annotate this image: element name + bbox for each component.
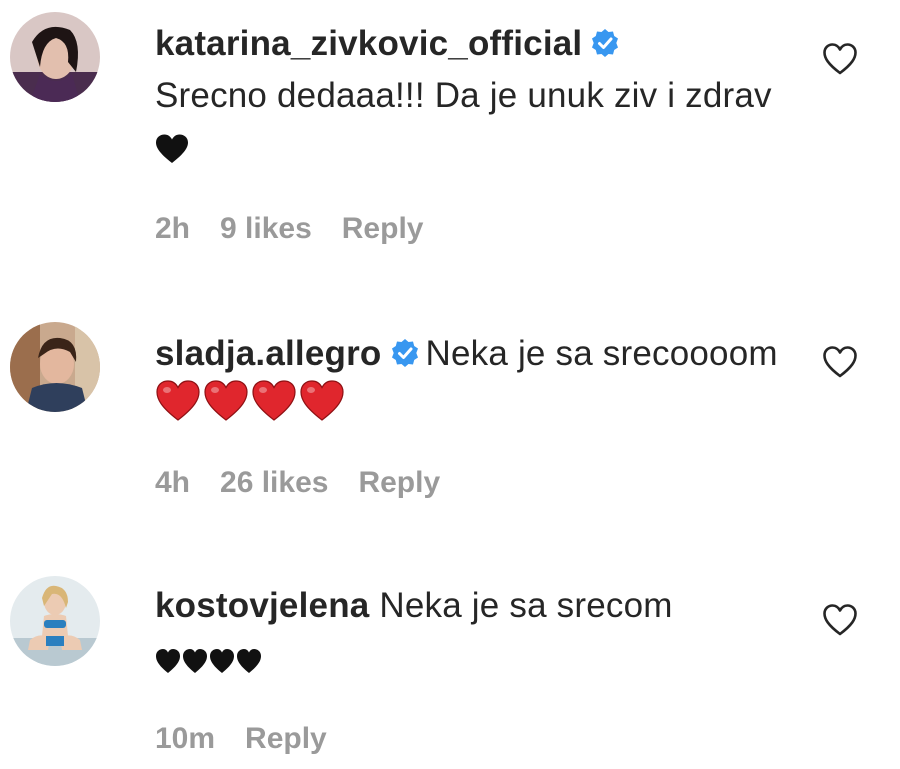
verified-badge-icon: [592, 29, 619, 57]
comment-likes[interactable]: 9 likes: [220, 212, 312, 246]
like-heart-icon[interactable]: [822, 42, 858, 76]
avatar[interactable]: [10, 12, 100, 102]
reply-button[interactable]: Reply: [342, 212, 424, 246]
comment-text: Neka je sa srecom: [379, 586, 673, 625]
comment-meta: 10m Reply: [155, 722, 357, 756]
like-heart-icon[interactable]: [822, 603, 858, 637]
comment-timestamp[interactable]: 4h: [155, 466, 190, 500]
reply-button[interactable]: Reply: [358, 466, 440, 500]
comment-text: Srecno dedaaa!!! Da je unuk ziv i zdrav: [155, 76, 772, 115]
reply-button[interactable]: Reply: [245, 722, 327, 756]
comment-meta: 4h 26 likes Reply: [155, 466, 470, 500]
comment-timestamp[interactable]: 2h: [155, 212, 190, 246]
avatar[interactable]: [10, 576, 100, 666]
like-heart-icon[interactable]: [822, 345, 858, 379]
comment-meta: 2h 9 likes Reply: [155, 212, 453, 246]
red-heart-icon: [155, 380, 347, 437]
comment-username[interactable]: sladja.allegro: [155, 334, 382, 373]
comment-username[interactable]: katarina_zivkovic_official: [155, 24, 582, 63]
avatar[interactable]: [10, 322, 100, 412]
comment-text: Neka je sa srecoooom: [425, 334, 778, 373]
verified-badge-icon: [391, 339, 418, 367]
black-heart-icon: [155, 637, 265, 689]
comment-username[interactable]: kostovjelena: [155, 586, 369, 625]
comment-timestamp[interactable]: 10m: [155, 722, 215, 756]
black-heart-icon: [155, 127, 189, 179]
comment-likes[interactable]: 26 likes: [220, 466, 328, 500]
